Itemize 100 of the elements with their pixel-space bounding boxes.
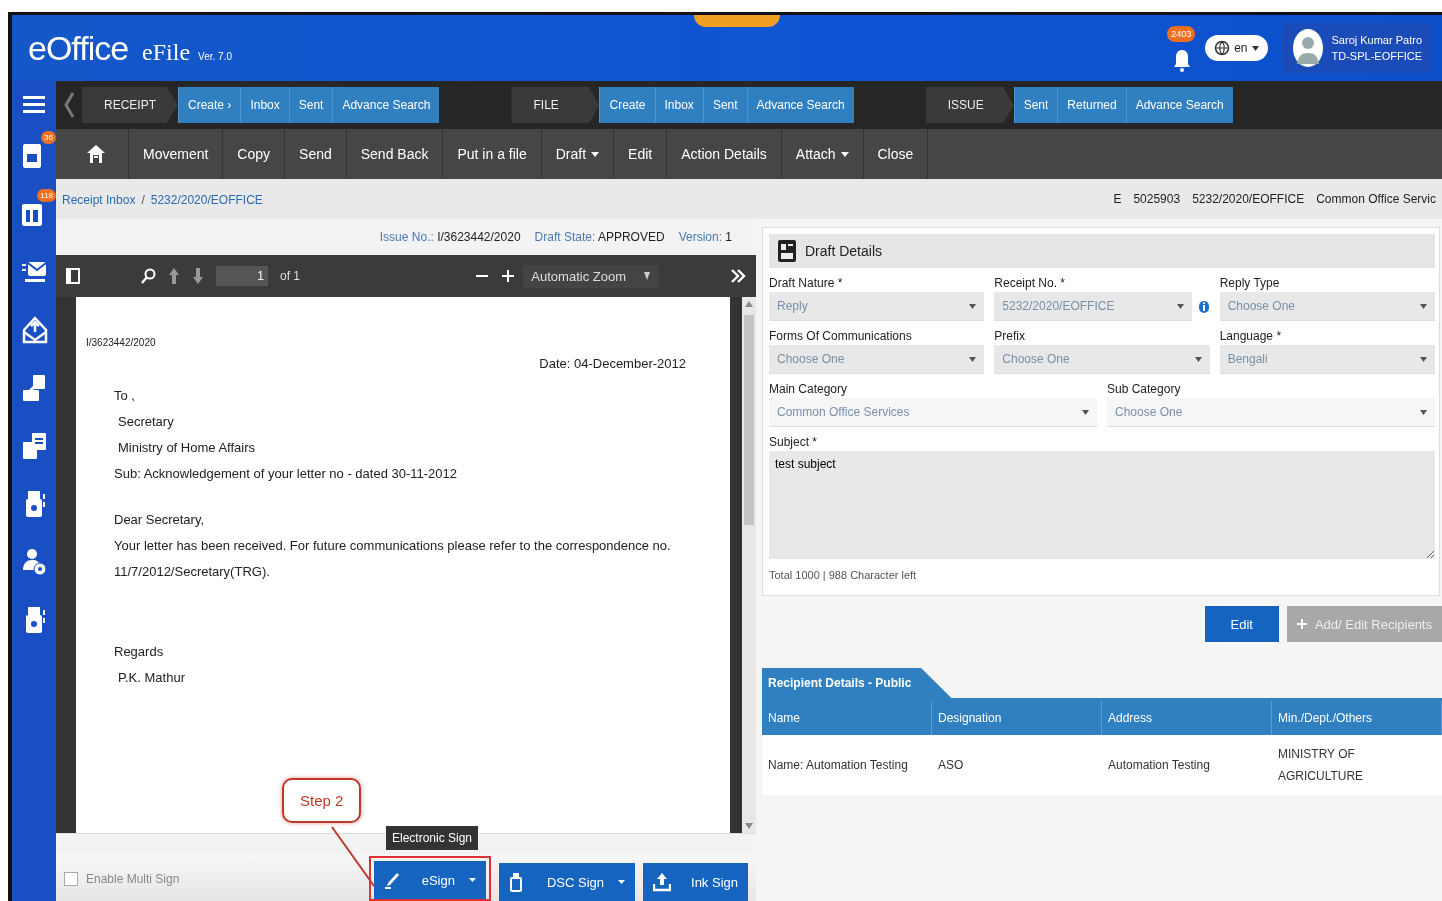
draft-info-text: Version: 1 bbox=[678, 230, 732, 244]
section-tab[interactable]: Recipient Details - Public bbox=[762, 668, 952, 698]
menu-link[interactable]: Sent bbox=[1013, 87, 1058, 123]
card-title: Draft Details bbox=[805, 243, 883, 259]
menu-link[interactable]: Sent bbox=[702, 87, 747, 123]
field-label: Receipt No. * bbox=[994, 276, 1067, 292]
table-cell-text: Name: Automation Testing bbox=[767, 757, 909, 774]
menu-link[interactable]: Advance Search bbox=[332, 87, 440, 123]
closing-text: Regards bbox=[114, 643, 165, 661]
section-label: ISSUE bbox=[925, 87, 1014, 123]
field-label: Sub Category bbox=[1107, 382, 1182, 398]
checkbox-label: Enable Multi Sign bbox=[86, 872, 180, 886]
zoom-dropdown[interactable]: Automatic Zoom bbox=[523, 264, 658, 288]
caret-icon bbox=[969, 303, 977, 309]
double-chevron-icon[interactable] bbox=[730, 269, 746, 283]
table-cell-text: MINISTRY OF AGRICULTURE bbox=[1277, 746, 1365, 785]
scroll-up-icon[interactable] bbox=[745, 301, 753, 307]
menu-link[interactable]: Advance Search bbox=[746, 87, 854, 123]
select-field[interactable]: Common Office Services bbox=[769, 398, 1097, 427]
globe-icon bbox=[1214, 40, 1231, 56]
letter-body: Your letter has been received. For future communications please refer to the correspondence no. 11/7/2012/Secretary(TRG). bbox=[114, 537, 672, 581]
caret-icon bbox=[468, 878, 476, 882]
language-selector[interactable]: en bbox=[1205, 35, 1268, 61]
caret-icon bbox=[840, 151, 849, 157]
sign-button[interactable]: eSign bbox=[373, 861, 486, 899]
field-label: Draft Nature * bbox=[769, 276, 844, 292]
caret-icon bbox=[1420, 303, 1427, 309]
field-label: Main Category bbox=[769, 382, 849, 398]
callout-box: Step 2 bbox=[282, 778, 362, 823]
salutation: Dear Secretary, bbox=[114, 511, 206, 529]
caret-icon bbox=[1082, 409, 1089, 415]
plus-icon bbox=[1296, 619, 1307, 629]
count-badge: 118 bbox=[37, 189, 56, 202]
letter-date: Date: 04-December-2012 bbox=[538, 356, 686, 371]
draft-info-text: Issue No.: I/3623442/2020 bbox=[379, 230, 521, 244]
menu-link[interactable]: Returned bbox=[1057, 87, 1126, 123]
section-label: FILE bbox=[511, 87, 600, 123]
down-arrow-icon[interactable] bbox=[192, 267, 204, 285]
notification-badge: 2403 bbox=[1167, 26, 1196, 42]
document-icon bbox=[777, 239, 797, 263]
caret-icon bbox=[1420, 409, 1427, 415]
menu-link[interactable]: Inbox bbox=[240, 87, 289, 123]
caret-icon bbox=[591, 151, 600, 157]
caret-icon bbox=[969, 356, 977, 362]
upload-icon bbox=[653, 872, 671, 892]
tooltip: Electronic Sign bbox=[386, 826, 479, 850]
scrollbar[interactable] bbox=[742, 297, 756, 833]
field-label: Reply Type bbox=[1219, 276, 1281, 292]
menu-link[interactable]: Create bbox=[599, 87, 655, 123]
scroll-down-icon[interactable] bbox=[745, 823, 753, 829]
logo-text: eOffice bbox=[28, 28, 129, 68]
address-line: Secretary bbox=[117, 413, 175, 431]
menu-link[interactable]: Sent bbox=[288, 87, 333, 123]
breadcrumb-link[interactable]: 5232/2020/EOFFICE bbox=[150, 192, 263, 207]
subject-textarea[interactable]: test subject bbox=[769, 451, 1435, 559]
page-count: of 1 bbox=[280, 269, 300, 283]
record-info: 5025903 bbox=[1133, 192, 1181, 206]
sign-button[interactable]: DSC Sign bbox=[498, 863, 635, 901]
subject-line: Sub: Acknowledgement of your letter no - dated 30-11-2012 bbox=[114, 465, 459, 483]
field-label: Language * bbox=[1219, 329, 1283, 345]
home-icon bbox=[86, 144, 106, 164]
pen-icon bbox=[383, 870, 402, 890]
zoom-in-icon[interactable] bbox=[501, 269, 516, 283]
table-cell-text: ASO bbox=[937, 757, 965, 774]
scroll-thumb[interactable] bbox=[744, 315, 754, 525]
collapse-tab[interactable] bbox=[694, 15, 780, 27]
field-label: Forms Of Communications bbox=[769, 329, 913, 345]
sign-button[interactable]: Ink Sign bbox=[643, 863, 748, 901]
up-arrow-icon[interactable] bbox=[168, 267, 180, 285]
caret-icon bbox=[618, 880, 625, 884]
sidebar-toggle-icon[interactable] bbox=[66, 268, 80, 284]
caret-icon bbox=[1176, 303, 1184, 309]
table-cell-text: Automation Testing bbox=[1107, 757, 1211, 774]
avatar-icon[interactable] bbox=[1291, 28, 1324, 68]
signatory-name: P.K. Mathur bbox=[117, 669, 186, 687]
page-number-field[interactable]: 1 bbox=[216, 266, 268, 286]
draft-info-text: Draft State: APPROVED bbox=[534, 230, 665, 244]
record-info: Common Office Servic bbox=[1316, 192, 1436, 206]
user-name: Saroj Kumar Patro bbox=[1331, 34, 1422, 46]
section-label: RECEIPT bbox=[82, 87, 178, 123]
search-icon[interactable] bbox=[140, 268, 156, 284]
menu-link[interactable]: Advance Search bbox=[1125, 87, 1233, 123]
caret-icon bbox=[1420, 356, 1427, 362]
app-name: eFile bbox=[142, 38, 191, 66]
select-field[interactable]: Choose One bbox=[1107, 398, 1435, 427]
checkbox[interactable] bbox=[64, 872, 78, 886]
character-count: Total 1000 | 988 Character left bbox=[769, 569, 918, 581]
action-button[interactable]: Edit bbox=[1204, 606, 1279, 642]
reference-number: I/3623442/2020 bbox=[86, 337, 157, 348]
breadcrumb-link[interactable]: Receipt Inbox bbox=[62, 192, 136, 207]
breadcrumb-separator: / bbox=[141, 192, 145, 207]
record-info: E bbox=[1113, 192, 1122, 206]
caret-icon bbox=[1251, 45, 1259, 51]
caret-icon bbox=[644, 272, 650, 280]
user-unit: TD-SPL-EOFFICE bbox=[1331, 50, 1422, 62]
count-badge: 36 bbox=[41, 131, 56, 144]
caret-icon bbox=[1194, 356, 1202, 362]
record-info: 5232/2020/EOFFICE bbox=[1192, 192, 1305, 206]
menu-link[interactable]: Create › bbox=[178, 87, 241, 123]
menu-link[interactable]: Inbox bbox=[654, 87, 703, 123]
